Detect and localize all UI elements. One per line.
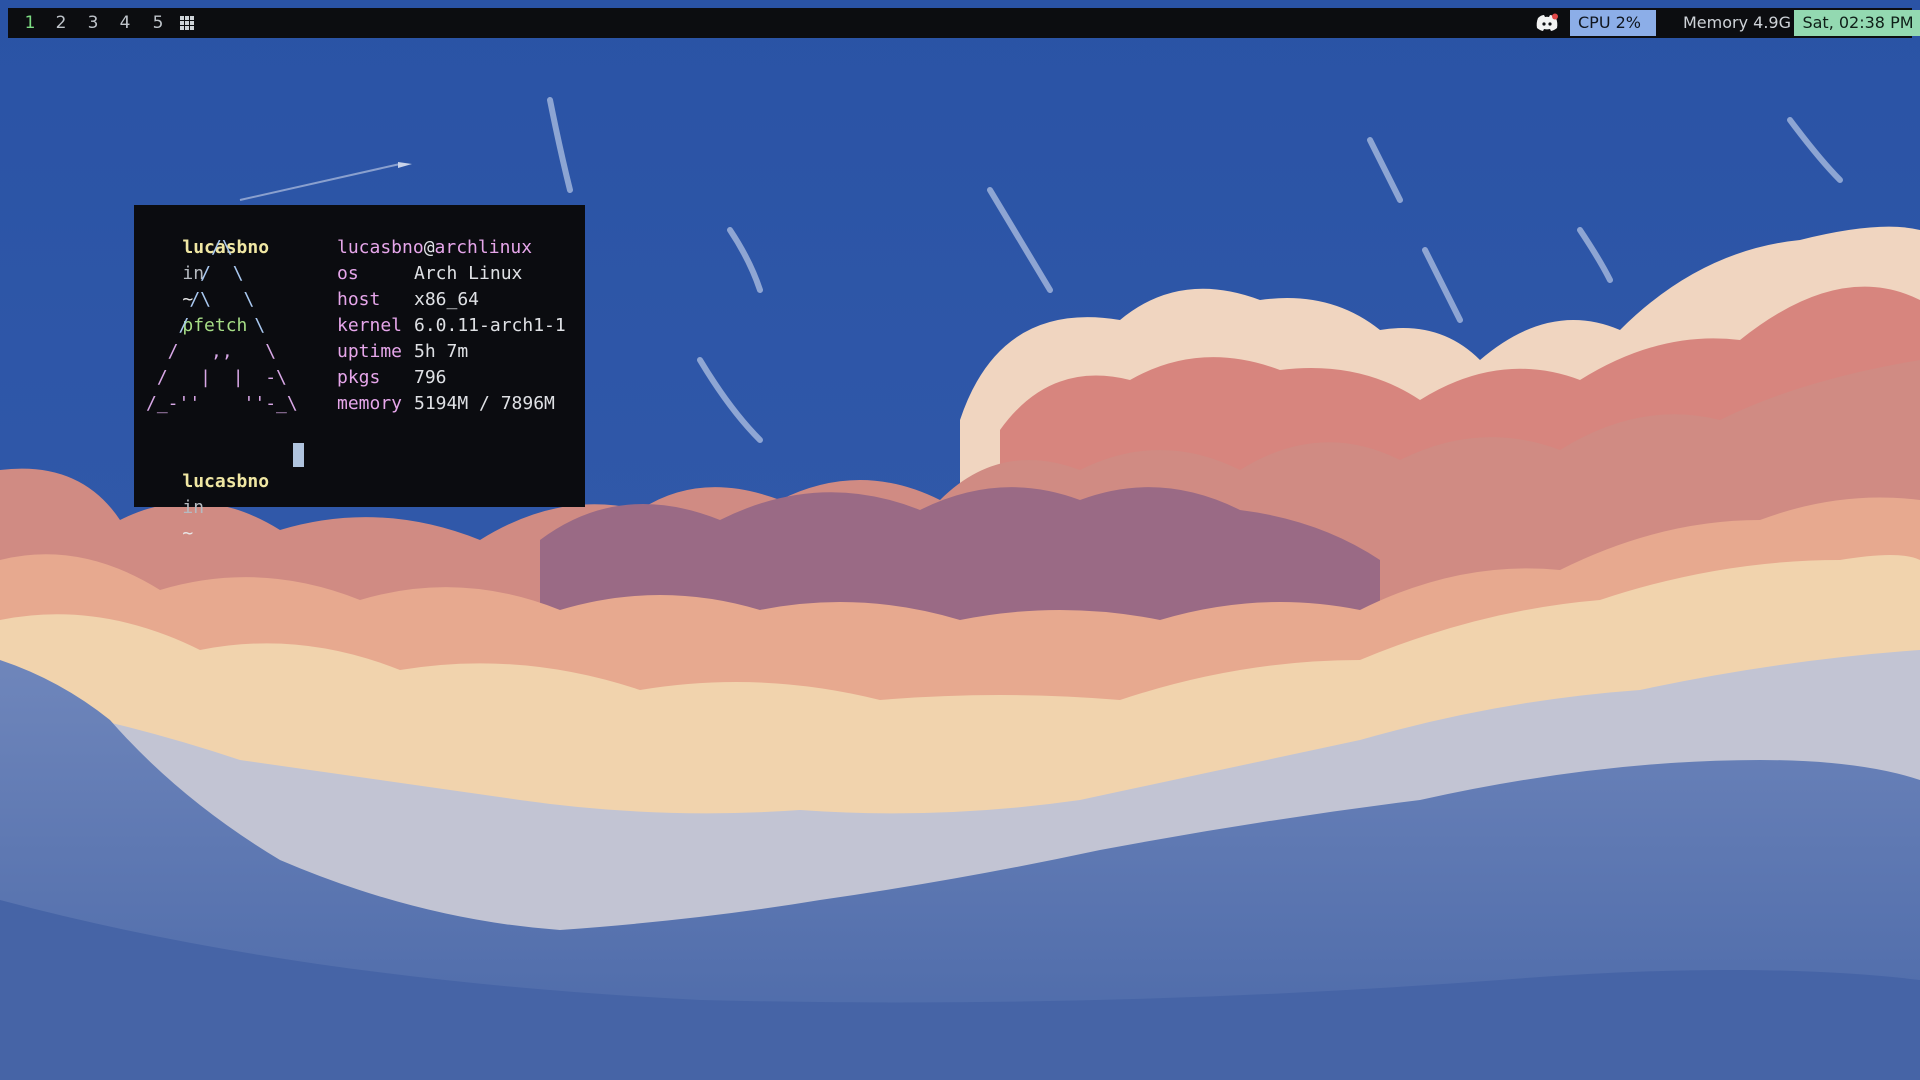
info-key-kernel: kernel	[337, 315, 403, 336]
info-value-uptime: 5h 7m	[414, 341, 469, 362]
cpu-indicator: CPU 2%	[1570, 10, 1656, 36]
arch-logo-line: / | | -\	[146, 367, 287, 388]
info-key-os: os	[337, 263, 359, 284]
workspace-5-button[interactable]: 5	[148, 8, 168, 38]
info-value-memory: 5194M / 7896M	[414, 393, 555, 414]
info-key-memory: memory	[337, 393, 403, 414]
prompt-in: in	[182, 497, 205, 518]
info-value-host: x86_64	[414, 289, 480, 310]
arch-logo-line: / \	[146, 315, 266, 336]
workspace-3-button[interactable]: 3	[83, 8, 103, 38]
top-bar: 1 2 3 4 5 CPU 2% Memory 4.9G Sat, 02:38 …	[8, 8, 1920, 38]
prompt-dir: ~	[182, 523, 194, 544]
app-grid-icon[interactable]	[180, 16, 194, 30]
host-at: @	[423, 237, 435, 258]
info-key-host: host	[337, 289, 381, 310]
info-value-pkgs: 796	[414, 367, 447, 388]
text-cursor	[293, 443, 304, 467]
workspace-1-button[interactable]: 1	[20, 8, 40, 38]
clock[interactable]: Sat, 02:38 PM	[1794, 10, 1920, 36]
arch-logo-line: /_-'' ''-_\	[146, 393, 298, 414]
info-key-uptime: uptime	[337, 341, 403, 362]
host-user: lucasbno	[337, 237, 424, 258]
memory-indicator: Memory 4.9G	[1683, 13, 1791, 32]
arch-logo-line: / \	[146, 263, 244, 284]
info-key-pkgs: pkgs	[337, 367, 381, 388]
host-name: archlinux	[434, 237, 533, 258]
arch-logo-line: /\ \	[146, 289, 255, 310]
info-value-kernel: 6.0.11-arch1-1	[414, 315, 566, 336]
user-host-line: lucasbno@archlinux	[337, 235, 532, 261]
prompt-user: lucasbno	[182, 471, 270, 492]
workspace-4-button[interactable]: 4	[115, 8, 135, 38]
prompt-line-2: lucasbno in ~	[139, 443, 269, 573]
arch-logo-line: /\	[146, 237, 233, 258]
discord-tray-icon[interactable]	[1535, 13, 1559, 33]
info-value-os: Arch Linux	[414, 263, 523, 284]
terminal-window[interactable]: lucasbno in ~ pfetch /\ / \ /\ \ / \ / ,…	[134, 205, 585, 544]
desktop-wallpaper	[0, 0, 1920, 1080]
workspace-2-button[interactable]: 2	[51, 8, 71, 38]
arch-logo-line: / ,, \	[146, 341, 277, 362]
